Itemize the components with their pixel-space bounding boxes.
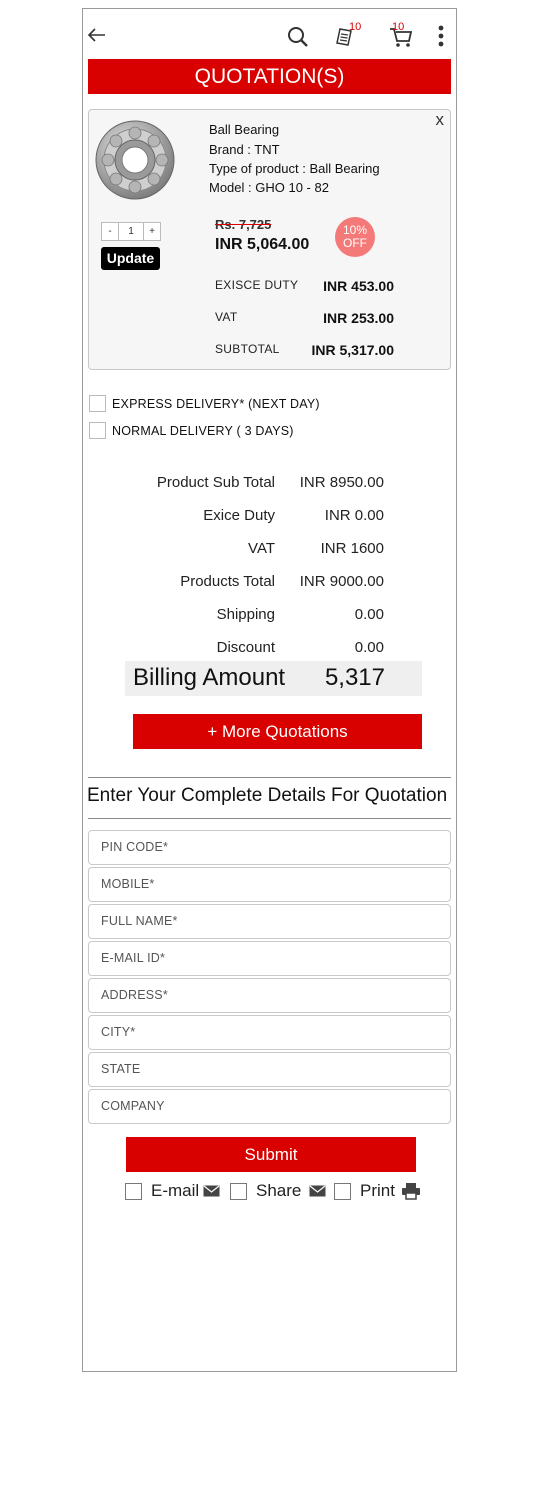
share-checkbox[interactable] xyxy=(230,1182,247,1200)
express-delivery-label: EXPRESS DELIVERY* (NEXT DAY) xyxy=(112,396,320,411)
quantity-stepper: - 1 + xyxy=(101,222,161,241)
excise-duty-label: EXISCE DUTY xyxy=(215,278,299,292)
address-field[interactable]: ADDRESS* xyxy=(88,978,451,1013)
app-frame: 10 10 QUOTATION(S) x Ball Bearing Brand … xyxy=(82,8,457,1372)
normal-delivery-checkbox[interactable] xyxy=(89,422,106,439)
pin-code-field[interactable]: PIN CODE* xyxy=(88,830,451,865)
vat-label: VAT xyxy=(215,310,238,324)
mail-icon xyxy=(203,1185,220,1197)
page-title: QUOTATION(S) xyxy=(88,59,451,94)
company-field[interactable]: COMPANY xyxy=(88,1089,451,1124)
more-quotations-button[interactable]: + More Quotations xyxy=(133,714,422,749)
discount-badge: 10% OFF xyxy=(335,217,375,257)
discount-label: Discount xyxy=(216,639,275,656)
email-option[interactable]: E-mail xyxy=(125,1181,220,1201)
share-option[interactable]: Share xyxy=(230,1181,326,1201)
subtotal-label: SUBTOTAL xyxy=(215,342,280,356)
share-option-label: Share xyxy=(256,1181,302,1200)
full-name-field[interactable]: FULL NAME* xyxy=(88,904,451,939)
billing-amount-row: Billing Amount 5,317 xyxy=(125,661,422,696)
total-vat-label: VAT xyxy=(248,540,275,557)
vat-value: INR 253.00 xyxy=(323,310,394,326)
print-option-label: Print xyxy=(360,1181,395,1200)
update-button[interactable]: Update xyxy=(101,247,160,270)
print-checkbox[interactable] xyxy=(334,1182,351,1200)
shipping-label: Shipping xyxy=(216,606,275,623)
exice-duty-value: INR 0.00 xyxy=(324,507,384,524)
discounted-price: INR 5,064.00 xyxy=(215,236,310,253)
subtotal-value: INR 5,317.00 xyxy=(311,342,395,358)
remove-item-button[interactable]: x xyxy=(436,110,445,130)
email-checkbox[interactable] xyxy=(125,1182,142,1200)
qty-decrease-button[interactable]: - xyxy=(102,223,118,240)
product-name: Ball Bearing xyxy=(209,122,280,137)
more-vertical-icon[interactable] xyxy=(437,25,445,47)
product-model: Model : GHO 10 - 82 xyxy=(209,180,329,195)
normal-delivery-label: NORMAL DELIVERY ( 3 DAYS) xyxy=(112,423,294,438)
divider xyxy=(88,818,451,819)
email-field[interactable]: E-MAIL ID* xyxy=(88,941,451,976)
state-field[interactable]: STATE xyxy=(88,1052,451,1087)
mail-icon xyxy=(309,1185,326,1197)
products-total-label: Products Total xyxy=(180,573,275,590)
product-type: Type of product : Ball Bearing xyxy=(209,161,380,176)
normal-delivery-option[interactable]: NORMAL DELIVERY ( 3 DAYS) xyxy=(89,422,294,439)
discount-value: 0.00 xyxy=(354,639,384,656)
product-brand: Brand : TNT xyxy=(209,142,280,157)
discount-off-label: OFF xyxy=(343,236,367,250)
billing-amount-value: 5,317 xyxy=(324,664,385,691)
original-price: Rs. 7,725 xyxy=(215,217,272,232)
email-option-label: E-mail xyxy=(151,1181,200,1200)
excise-duty-value: INR 453.00 xyxy=(323,278,394,294)
exice-duty-label: Exice Duty xyxy=(203,507,275,524)
qty-increase-button[interactable]: + xyxy=(144,223,160,240)
mobile-field[interactable]: MOBILE* xyxy=(88,867,451,902)
shipping-value: 0.00 xyxy=(354,606,384,623)
express-delivery-checkbox[interactable] xyxy=(89,395,106,412)
qty-input[interactable]: 1 xyxy=(118,223,144,240)
product-subtotal-value: INR 8950.00 xyxy=(299,474,384,491)
cart-count-badge: 10 xyxy=(392,21,405,33)
product-card: x Ball Bearing Brand : TNT Type of produ… xyxy=(88,109,451,370)
total-vat-value: INR 1600 xyxy=(320,540,384,557)
search-icon[interactable] xyxy=(287,26,309,48)
quote-count-badge: 10 xyxy=(349,21,362,33)
billing-amount-label: Billing Amount xyxy=(133,664,286,691)
print-option[interactable]: Print xyxy=(334,1181,421,1201)
express-delivery-option[interactable]: EXPRESS DELIVERY* (NEXT DAY) xyxy=(89,395,320,412)
divider xyxy=(88,777,451,778)
discount-percent: 10% xyxy=(342,223,368,237)
products-total-value: INR 9000.00 xyxy=(299,573,384,590)
ball-bearing-image xyxy=(95,120,175,200)
city-field[interactable]: CITY* xyxy=(88,1015,451,1050)
details-heading: Enter Your Complete Details For Quotatio… xyxy=(87,785,448,806)
back-arrow-icon[interactable] xyxy=(87,25,107,45)
submit-button[interactable]: Submit xyxy=(126,1137,416,1172)
product-subtotal-label: Product Sub Total xyxy=(156,474,275,491)
printer-icon xyxy=(401,1183,420,1200)
top-bar: 10 10 xyxy=(83,9,456,59)
